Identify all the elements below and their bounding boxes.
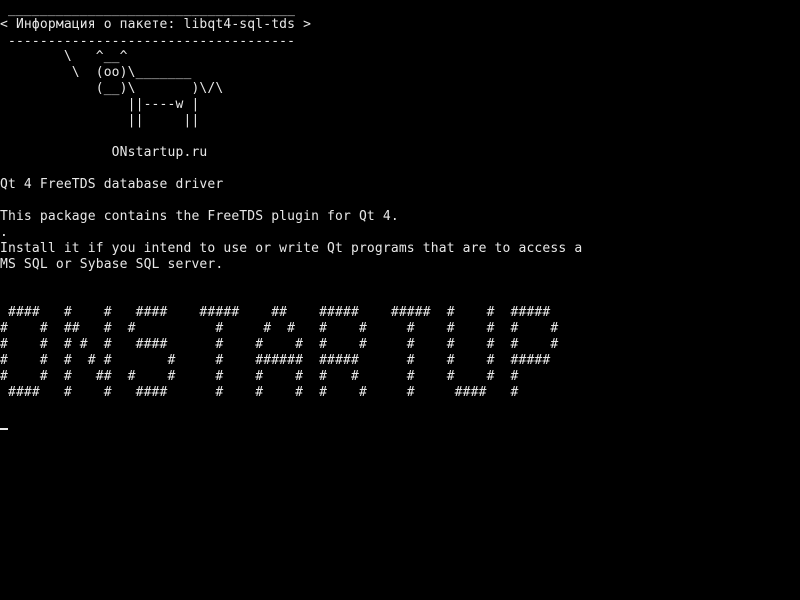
text-cursor — [0, 428, 8, 430]
cowsay-bubble-text: < Информация о пакете: libqt4-sql-tds > — [0, 17, 312, 32]
banner-art-line: #### # # #### ##### ## ##### ##### # # #… — [0, 305, 551, 320]
cowsay-bubble-top: ____________________________________ — [0, 2, 296, 17]
banner-art-line: # # # ## # # # # # # # # # # # — [0, 369, 519, 384]
banner-art-line: #### # # #### # # # # # # #### # — [0, 385, 519, 400]
banner-art-line: # # # # # #### # # # # # # # # # # — [0, 337, 559, 352]
cow-art-line: || || — [0, 113, 200, 128]
terminal-screen[interactable]: ____________________________________ < И… — [0, 0, 800, 600]
cow-art-line: \ (oo)\_______ — [0, 65, 192, 80]
package-description: This package contains the FreeTDS plugin… — [0, 209, 399, 224]
cow-art-line: (__)\ )\/\ — [0, 81, 224, 96]
site-credit: ONstartup.ru — [0, 145, 208, 160]
cow-art-line: \ ^__^ — [0, 49, 128, 64]
banner-art-line: # # ## # # # # # # # # # # # # — [0, 321, 559, 336]
package-description: MS SQL or Sybase SQL server. — [0, 257, 224, 272]
cow-art-line: ||----w | — [0, 97, 200, 112]
package-summary: Qt 4 FreeTDS database driver — [0, 177, 224, 192]
banner-art-line: # # # # # # # ###### ##### # # # ##### — [0, 353, 551, 368]
cowsay-bubble-bottom: ------------------------------------ — [0, 34, 296, 49]
package-description: Install it if you intend to use or write… — [0, 241, 583, 256]
package-description: . — [0, 225, 8, 240]
